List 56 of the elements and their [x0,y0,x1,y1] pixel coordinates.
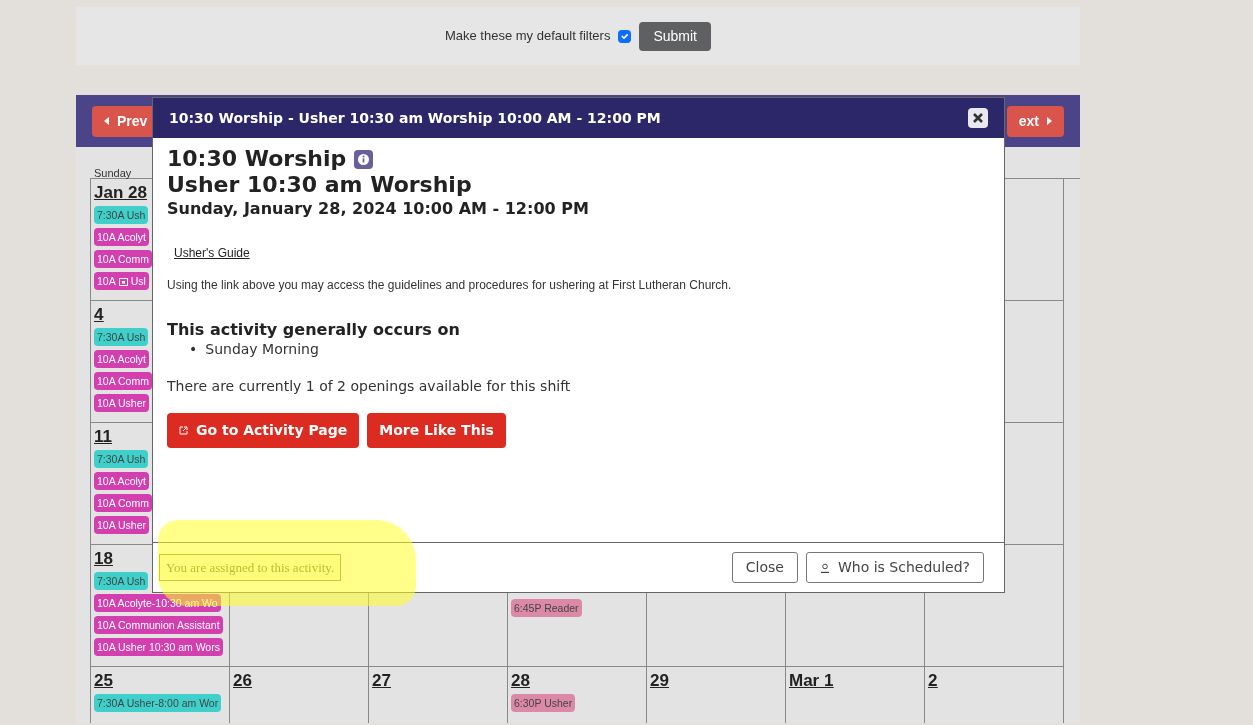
assigned-notice: You are assigned to this activity. [159,553,342,582]
event-chip[interactable]: 7:30A Ush [94,328,149,346]
close-icon[interactable] [968,108,988,128]
event-chip[interactable]: 10A Acolyte-10:30 am Wo [94,594,221,612]
more-like-this-button[interactable]: More Like This [367,413,506,449]
event-chip[interactable]: 10A Acolyt [94,228,150,246]
person-icon [820,562,830,573]
who-scheduled-button[interactable]: Who is Scheduled? [806,552,984,583]
occurrence-item: Sunday Morning [205,340,319,360]
event-chip[interactable]: 10A Comm [94,250,152,268]
activity-heading: 10:30 Worship [167,146,347,173]
event-chip[interactable]: 6:30P Usher [511,694,576,712]
bullet-mark: • [189,340,198,360]
default-filters-checkbox[interactable] [618,29,632,43]
day-number[interactable]: 2 [928,671,938,691]
event-chip[interactable]: 10A Usher 10:30 am Wors [94,638,223,656]
dialog-title: 10:30 Worship - Usher 10:30 am Worship 10:00 AM - 12:00 PM [169,108,661,128]
occurs-heading: This activity generally occurs on [167,319,461,340]
day-number[interactable]: 18 [94,549,113,569]
info-icon[interactable] [354,149,374,169]
day-number[interactable]: 29 [650,671,669,691]
event-chip[interactable]: 10A Comm [94,494,152,512]
activity-page-button[interactable]: Go to Activity Page [167,413,360,449]
openings-text: There are currently 1 of 2 openings available for this shift [167,377,572,397]
caret-left-icon [104,117,109,125]
event-chip[interactable]: 10A Acolyt [94,472,150,490]
description-text: Using the link above you may access the guidelines and procedures for ushering at First Lutheran Church. [167,276,733,294]
event-chip[interactable]: 10A Usher [94,394,150,412]
filter-label: Make these my default filters [444,27,611,46]
day-number[interactable]: 25 [94,671,113,691]
next-button[interactable]: ext [1006,105,1064,137]
shift-heading: Usher 10:30 am Worship [167,172,473,199]
day-number[interactable]: 11 [94,427,112,447]
event-chip[interactable]: 10A Acolyt [94,350,150,368]
day-number[interactable]: 4 [94,305,104,325]
day-number[interactable]: Jan 28 [94,183,147,203]
event-chip[interactable]: 10A Comm [94,372,152,390]
event-chip[interactable]: 7:30A Ush [94,572,149,590]
weekday-label: Sunday [94,166,133,178]
submit-button[interactable]: Submit [639,21,711,51]
external-link-icon [179,426,188,436]
date-heading: Sunday, January 28, 2024 10:00 AM - 12:00 PM [167,198,590,218]
event-chip[interactable]: 7:30A Ush [94,450,149,468]
caret-right-icon [1047,117,1052,125]
day-number[interactable]: 26 [233,671,252,691]
event-chip[interactable]: 10A Usl [94,272,149,290]
event-chip[interactable]: 10A Communion Assistant [94,616,223,634]
day-number[interactable]: 27 [372,671,391,691]
event-chip[interactable]: 10A Usher [94,516,150,534]
event-chip[interactable]: 7:30A Usher-8:00 am Wor [94,694,222,712]
guide-link[interactable]: Usher's Guide [174,243,250,262]
close-button[interactable]: Close [731,552,798,583]
day-number[interactable]: Mar 1 [789,671,834,691]
event-chip[interactable]: 6:45P Reader [511,599,582,617]
day-number[interactable]: 28 [511,671,530,691]
event-chip[interactable]: 7:30A Ush [94,206,149,224]
